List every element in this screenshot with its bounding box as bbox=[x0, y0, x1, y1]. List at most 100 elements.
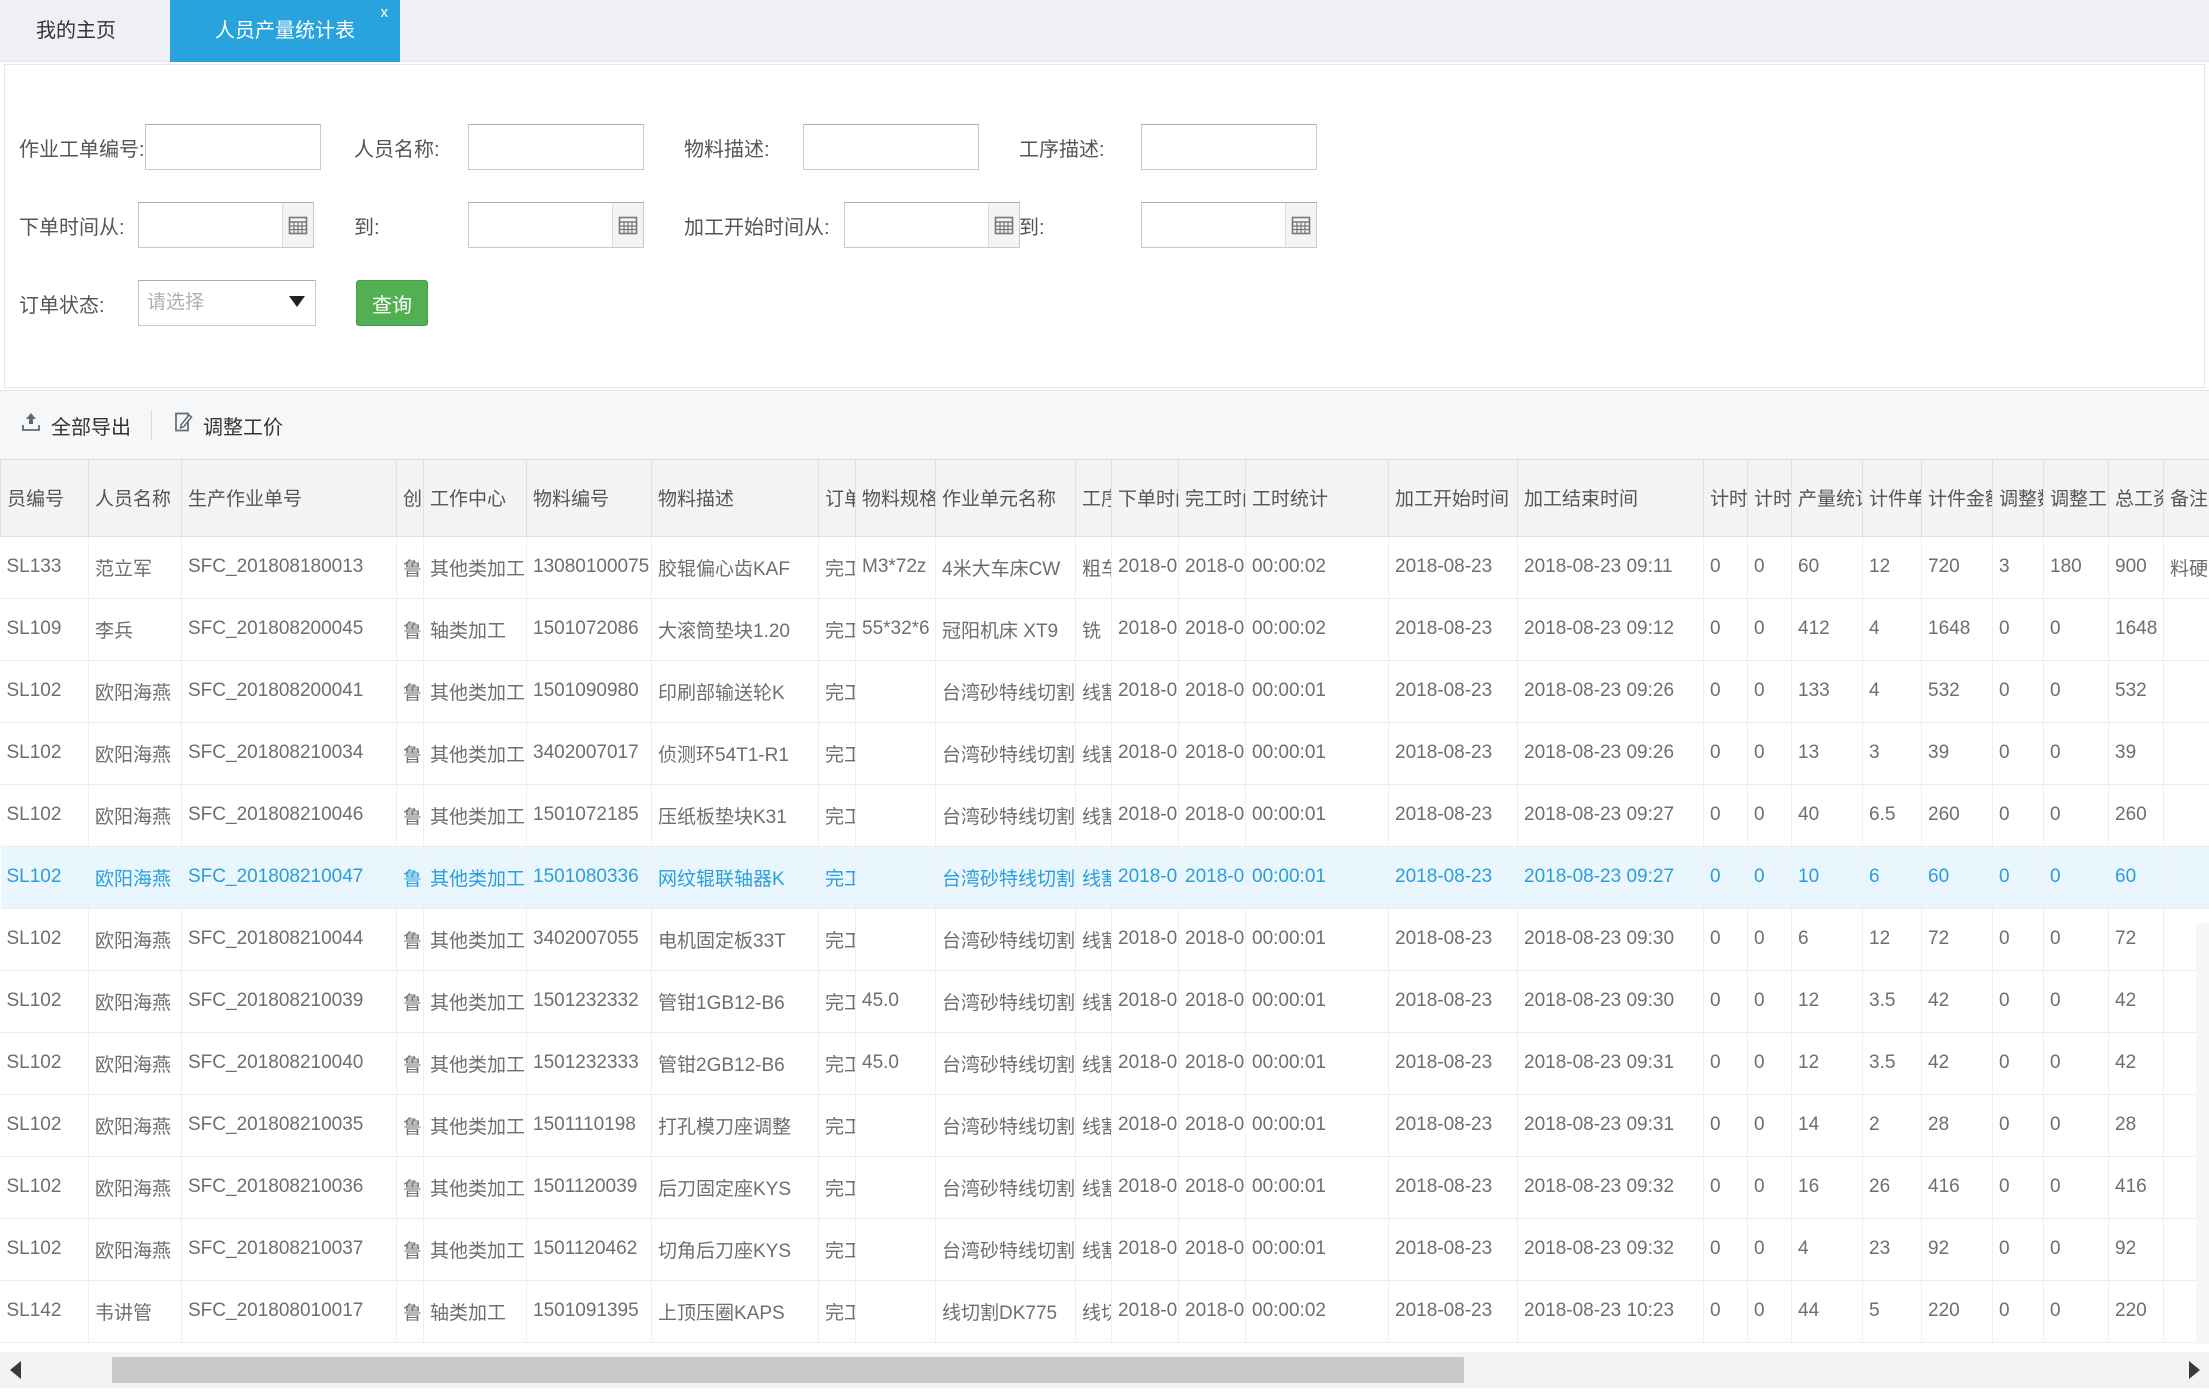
column-header[interactable]: 产量统计 bbox=[1791, 460, 1863, 537]
table-cell: 1501120039 bbox=[526, 1156, 652, 1219]
table-cell: 0 bbox=[1992, 784, 2044, 847]
horizontal-scrollbar[interactable] bbox=[0, 1352, 2209, 1388]
search-button[interactable]: 查询 bbox=[356, 280, 428, 326]
calendar-icon[interactable] bbox=[1285, 203, 1316, 247]
column-header[interactable]: 物料描述 bbox=[651, 460, 819, 537]
table-row[interactable]: SL102 欧阳海燕 SFC_201808200041 鲁其他类加工 150109098… bbox=[0, 660, 2209, 723]
order-status-select[interactable]: 请选择 bbox=[138, 280, 316, 326]
column-header[interactable]: 计时金额 bbox=[1747, 460, 1792, 537]
table-cell: 260 bbox=[1921, 784, 1993, 847]
table-toolbar: 全部导出 调整工价 bbox=[0, 390, 2209, 460]
column-header[interactable]: 完工时间 bbox=[1178, 460, 1246, 537]
table-cell: 39 bbox=[1921, 722, 1993, 785]
table-cell: 0 bbox=[1992, 1094, 2044, 1157]
table-cell: 13080100075 bbox=[526, 536, 652, 599]
table-row[interactable]: SL102 欧阳海燕 SFC_201808210044 鲁其他类加工 340200705… bbox=[0, 908, 2209, 971]
table-cell: 切角后刀座KYS bbox=[651, 1218, 819, 1281]
table-cell: 0 bbox=[1992, 1218, 2044, 1281]
column-header[interactable]: 人员名称 bbox=[88, 460, 182, 537]
table-cell: 线割 bbox=[1075, 846, 1112, 909]
column-header[interactable]: 生产作业单号 bbox=[181, 460, 397, 537]
close-icon[interactable]: x bbox=[381, 4, 389, 22]
table-cell bbox=[855, 1094, 936, 1157]
column-header[interactable]: 物料编号 bbox=[526, 460, 652, 537]
column-header[interactable]: 计件金额 bbox=[1921, 460, 1993, 537]
table-cell: 线割 bbox=[1075, 1094, 1112, 1157]
table-cell: 线割 bbox=[1075, 1218, 1112, 1281]
table-cell: 2018-08-23 bbox=[1388, 970, 1518, 1033]
table-cell: 完工 bbox=[818, 1032, 856, 1095]
table-cell: 完工 bbox=[818, 1094, 856, 1157]
column-header[interactable]: 工序描述 bbox=[1075, 460, 1112, 537]
table-cell: 欧阳海燕 bbox=[88, 660, 182, 723]
column-header[interactable]: 调整工价 bbox=[2043, 460, 2109, 537]
table-cell: 电机固定板33T bbox=[651, 908, 819, 971]
column-header[interactable]: 备注 bbox=[2163, 460, 2209, 537]
table-row[interactable]: SL133 范立军 SFC_201808180013 鲁其他类加工 1308010007… bbox=[0, 536, 2209, 599]
table-cell: 0 bbox=[1747, 846, 1792, 909]
column-header[interactable]: 计时单价 bbox=[1703, 460, 1748, 537]
column-header[interactable]: 工时统计 bbox=[1245, 460, 1389, 537]
table-cell: 2018-08-23 09:26 bbox=[1517, 722, 1704, 785]
table-cell: SL102 bbox=[0, 908, 89, 971]
table-cell: 60 bbox=[1921, 846, 1993, 909]
table-cell: 6.5 bbox=[1862, 784, 1922, 847]
vertical-scrollbar[interactable] bbox=[2196, 923, 2209, 1344]
table-cell: 2018-08 bbox=[1111, 598, 1179, 661]
table-row[interactable]: SL102 欧阳海燕 SFC_201808210035 鲁其他类加工 150111019… bbox=[0, 1094, 2209, 1157]
table-cell: 2018-08-23 09:31 bbox=[1517, 1032, 1704, 1095]
tab-my-home[interactable]: 我的主页 bbox=[28, 0, 124, 62]
table-row[interactable]: SL102 欧阳海燕 SFC_201808210036 鲁其他类加工 150112003… bbox=[0, 1156, 2209, 1219]
person-name-input[interactable] bbox=[468, 124, 644, 170]
table-cell: 铣 bbox=[1075, 598, 1112, 661]
table-header-row: 员编号人员名称生产作业单号创建人工作中心物料编号物料描述订单状态物料规格作业单元… bbox=[0, 460, 2209, 537]
horizontal-scrollbar-thumb[interactable] bbox=[112, 1357, 1464, 1383]
table-row[interactable]: SL102 欧阳海燕 SFC_201808210034 鲁其他类加工 340200701… bbox=[0, 722, 2209, 785]
table-cell: 2018-08 bbox=[1111, 1156, 1179, 1219]
table-cell bbox=[855, 660, 936, 723]
column-header[interactable]: 工作中心 bbox=[423, 460, 527, 537]
adjust-price-button[interactable]: 调整工价 bbox=[152, 391, 303, 459]
column-header[interactable]: 加工结束时间 bbox=[1517, 460, 1704, 537]
column-header[interactable]: 物料规格 bbox=[855, 460, 936, 537]
scroll-right-arrow-icon[interactable] bbox=[2179, 1352, 2209, 1388]
column-header[interactable]: 调整数量 bbox=[1992, 460, 2044, 537]
column-header[interactable]: 创建人 bbox=[396, 460, 424, 537]
tab-personnel-output-report[interactable]: 人员产量统计表 x bbox=[170, 0, 400, 62]
table-row[interactable]: SL109 李兵 SFC_201808200045 鲁轴类加工 1501072086 大滚… bbox=[0, 598, 2209, 661]
process-desc-input[interactable] bbox=[1141, 124, 1317, 170]
column-header[interactable]: 加工开始时间 bbox=[1388, 460, 1518, 537]
table-cell: 220 bbox=[1921, 1280, 1993, 1343]
column-header[interactable]: 下单时间 bbox=[1111, 460, 1179, 537]
table-row[interactable]: SL142 韦讲管 SFC_201808010017 鲁轴类加工 1501091395 上… bbox=[0, 1280, 2209, 1343]
work-order-no-input[interactable] bbox=[144, 124, 321, 170]
column-header[interactable]: 计件单价 bbox=[1862, 460, 1922, 537]
table-row[interactable]: SL102 欧阳海燕 SFC_201808210037 鲁其他类加工 150112046… bbox=[0, 1218, 2209, 1281]
table-cell: 3402007055 bbox=[526, 908, 652, 971]
export-all-button[interactable]: 全部导出 bbox=[0, 391, 151, 459]
column-header[interactable]: 订单状态 bbox=[818, 460, 856, 537]
table-row[interactable]: SL102 欧阳海燕 SFC_201808210047 鲁其他类加工 150108033… bbox=[0, 846, 2209, 909]
table-cell bbox=[2163, 784, 2209, 847]
column-header[interactable]: 总工资 bbox=[2108, 460, 2164, 537]
calendar-icon[interactable] bbox=[282, 203, 313, 247]
column-header[interactable]: 员编号 bbox=[0, 460, 89, 537]
table-cell: 0 bbox=[1703, 598, 1748, 661]
table-row[interactable]: SL102 欧阳海燕 SFC_201808210040 鲁其他类加工 150123233… bbox=[0, 1032, 2209, 1095]
table-cell: 0 bbox=[1992, 908, 2044, 971]
table-row[interactable]: SL102 欧阳海燕 SFC_201808210039 鲁其他类加工 150123233… bbox=[0, 970, 2209, 1033]
table-row[interactable]: SL102 欧阳海燕 SFC_201808210046 鲁其他类加工 150107218… bbox=[0, 784, 2209, 847]
table-cell: 0 bbox=[1992, 1280, 2044, 1343]
table-cell: 0 bbox=[1703, 1094, 1748, 1157]
calendar-icon[interactable] bbox=[612, 203, 643, 247]
calendar-icon[interactable] bbox=[988, 203, 1019, 247]
table-cell: 0 bbox=[1747, 722, 1792, 785]
table-cell: 其他类加工 bbox=[423, 1032, 527, 1095]
table-cell: 2018-08 bbox=[1111, 536, 1179, 599]
table-cell: 0 bbox=[1703, 722, 1748, 785]
scroll-left-arrow-icon[interactable] bbox=[0, 1352, 30, 1388]
material-desc-input[interactable] bbox=[803, 124, 979, 170]
column-header[interactable]: 作业单元名称 bbox=[935, 460, 1076, 537]
table-cell: 鲁 bbox=[396, 660, 424, 723]
work-order-no-label: 作业工单编号: bbox=[19, 138, 145, 161]
